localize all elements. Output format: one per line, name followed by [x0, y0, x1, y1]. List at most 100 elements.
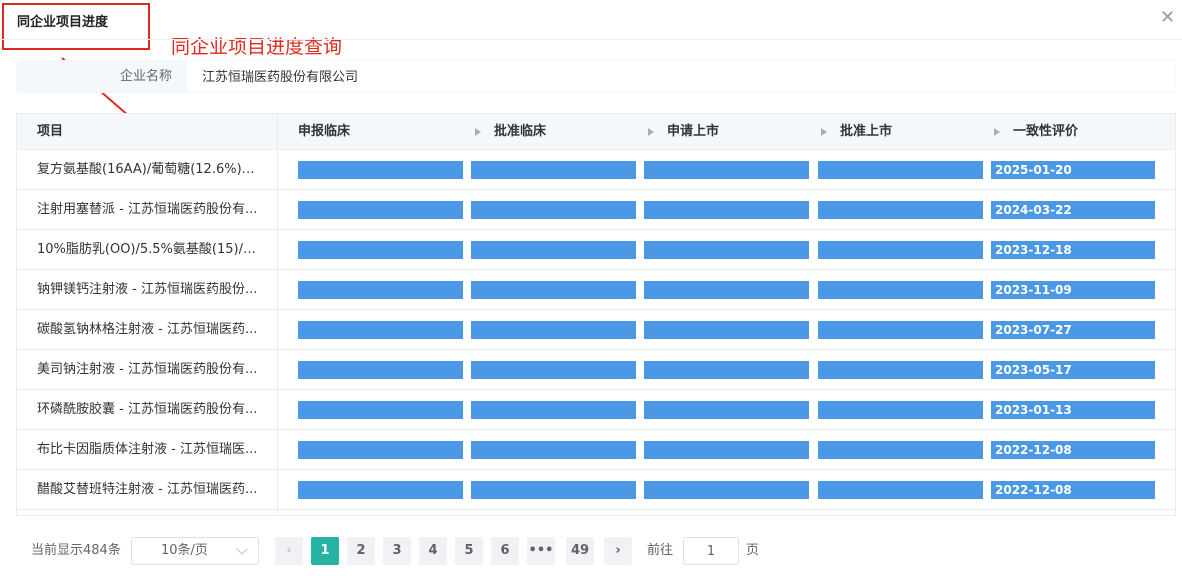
stage-bar — [471, 321, 636, 339]
more-pages-button[interactable]: ••• — [527, 537, 555, 565]
page-button-1[interactable]: 1 — [311, 537, 339, 565]
stage-bar — [644, 481, 809, 499]
stage-bar-consistency-date: 2022-12-08 — [991, 441, 1155, 459]
table-row[interactable]: 醋酸艾替班特注射液 - 江苏恒瑞医药... 2022-12-08 — [17, 470, 1175, 510]
stage-bar — [471, 481, 636, 499]
company-info-row: 企业名称 江苏恒瑞医药股份有限公司 — [16, 60, 1176, 93]
column-header-market-application: 申请上市 — [667, 124, 720, 139]
next-page-button[interactable]: › — [604, 537, 632, 565]
stage-bar — [644, 361, 809, 379]
stage-bar — [644, 321, 809, 339]
page-size-value: 10条/页 — [161, 543, 208, 558]
stage-bar — [818, 321, 983, 339]
prev-page-button[interactable]: ‹ — [275, 537, 303, 565]
page-unit-label: 页 — [746, 543, 760, 558]
stage-arrow-icon — [648, 128, 654, 136]
page-button-2[interactable]: 2 — [347, 537, 375, 565]
goto-page-input[interactable] — [683, 537, 739, 565]
stage-bar — [818, 281, 983, 299]
stage-bar — [471, 361, 636, 379]
page-button-5[interactable]: 5 — [455, 537, 483, 565]
stage-bar — [471, 201, 636, 219]
stage-bar — [644, 241, 809, 259]
stage-arrow-icon — [475, 128, 481, 136]
stage-bar — [471, 161, 636, 179]
stage-bar-consistency-date: 2023-07-27 — [991, 321, 1155, 339]
table-row[interactable]: 注射用塞替派 - 江苏恒瑞医药股份有... 2024-03-22 — [17, 190, 1175, 230]
stage-arrow-icon — [994, 128, 1000, 136]
stage-bar — [818, 441, 983, 459]
stage-bar — [471, 401, 636, 419]
company-name-label: 企业名称 — [119, 69, 172, 84]
stage-bar — [298, 161, 463, 179]
stage-bar — [818, 401, 983, 419]
goto-label: 前往 — [647, 543, 674, 558]
project-name[interactable]: 10%脂肪乳(OO)/5.5%氨基酸(15)/葡... — [37, 230, 262, 270]
pagination: 当前显示484条 10条/页 ‹ 123456 ••• 49 › 前往 页 — [0, 537, 1182, 565]
stage-bar — [818, 241, 983, 259]
header-divider — [0, 39, 1182, 40]
project-name[interactable]: 注射用塞替派 - 江苏恒瑞医药股份有... — [37, 190, 262, 230]
stage-bar — [298, 281, 463, 299]
project-name[interactable]: 布比卡因脂质体注射液 - 江苏恒瑞医... — [37, 430, 262, 470]
table-row[interactable]: 布比卡因脂质体注射液 - 江苏恒瑞医... 2022-12-08 — [17, 430, 1175, 470]
column-header-clinical-approval: 批准临床 — [494, 124, 547, 139]
column-header-market-approval: 批准上市 — [840, 124, 893, 139]
stage-bar-consistency-date: 2025-01-20 — [991, 161, 1155, 179]
stage-bar — [644, 161, 809, 179]
table-row[interactable]: 复方氨基酸(16AA)/葡萄糖(12.6%)电... 2025-01-20 — [17, 150, 1175, 190]
stage-bar-consistency-date: 2023-12-18 — [991, 241, 1155, 259]
table-row[interactable]: 美司钠注射液 - 江苏恒瑞医药股份有... 2023-05-17 — [17, 350, 1175, 390]
total-count: 当前显示484条 — [31, 543, 121, 558]
table-row[interactable]: 10%脂肪乳(OO)/5.5%氨基酸(15)/葡... 2023-12-18 — [17, 230, 1175, 270]
title-highlight-box — [2, 3, 150, 50]
stage-bar — [471, 441, 636, 459]
column-header-consistency-evaluation: 一致性评价 — [1013, 124, 1079, 139]
company-name-value: 江苏恒瑞医药股份有限公司 — [186, 60, 1176, 93]
column-header-clinical-application: 申报临床 — [298, 124, 351, 139]
stage-bar — [818, 361, 983, 379]
table-row[interactable]: 环磷酰胺胶囊 - 江苏恒瑞医药股份有... 2023-01-13 — [17, 390, 1175, 430]
project-name[interactable]: 环磷酰胺胶囊 - 江苏恒瑞医药股份有... — [37, 390, 262, 430]
stage-bar — [298, 401, 463, 419]
stage-bar — [298, 321, 463, 339]
page-button-6[interactable]: 6 — [491, 537, 519, 565]
chevron-down-icon — [236, 543, 248, 555]
stage-arrow-icon — [821, 128, 827, 136]
project-name[interactable]: 复方氨基酸(16AA)/葡萄糖(12.6%)电... — [37, 150, 262, 190]
table-header: 项目 申报临床 批准临床 申请上市 批准上市 一致性评价 — [17, 114, 1175, 150]
page-button-49[interactable]: 49 — [566, 537, 594, 565]
column-header-project: 项目 — [37, 124, 64, 139]
stage-bar — [818, 481, 983, 499]
stage-bar — [644, 201, 809, 219]
stage-bar — [298, 441, 463, 459]
stage-bar — [644, 281, 809, 299]
stage-bar — [298, 201, 463, 219]
table-row[interactable]: 钠钾镁钙注射液 - 江苏恒瑞医药股份... 2023-11-09 — [17, 270, 1175, 310]
stage-bar — [818, 161, 983, 179]
project-name[interactable]: 醋酸艾替班特注射液 - 江苏恒瑞医药... — [37, 470, 262, 510]
progress-table: 项目 申报临床 批准临床 申请上市 批准上市 一致性评价 复方氨基酸(16AA)… — [16, 113, 1176, 516]
page-size-select[interactable]: 10条/页 — [131, 537, 259, 565]
stage-bar — [471, 241, 636, 259]
close-icon[interactable]: ✕ — [1160, 9, 1175, 27]
page-button-3[interactable]: 3 — [383, 537, 411, 565]
table-row[interactable]: 碳酸氢钠林格注射液 - 江苏恒瑞医药... 2023-07-27 — [17, 310, 1175, 350]
stage-bar — [471, 281, 636, 299]
stage-bar — [644, 441, 809, 459]
stage-bar — [298, 361, 463, 379]
stage-bar — [644, 401, 809, 419]
stage-bar — [298, 481, 463, 499]
stage-bar — [298, 241, 463, 259]
project-name[interactable]: 美司钠注射液 - 江苏恒瑞医药股份有... — [37, 350, 262, 390]
project-name[interactable]: 碳酸氢钠林格注射液 - 江苏恒瑞医药... — [37, 310, 262, 350]
stage-bar-consistency-date: 2023-01-13 — [991, 401, 1155, 419]
page-button-4[interactable]: 4 — [419, 537, 447, 565]
stage-bar-consistency-date: 2023-05-17 — [991, 361, 1155, 379]
stage-bar-consistency-date: 2022-12-08 — [991, 481, 1155, 499]
project-name[interactable]: 钠钾镁钙注射液 - 江苏恒瑞医药股份... — [37, 270, 262, 310]
stage-bar-consistency-date: 2024-03-22 — [991, 201, 1155, 219]
stage-bar — [818, 201, 983, 219]
annotation-text: 同企业项目进度查询 — [171, 36, 343, 58]
stage-bar-consistency-date: 2023-11-09 — [991, 281, 1155, 299]
